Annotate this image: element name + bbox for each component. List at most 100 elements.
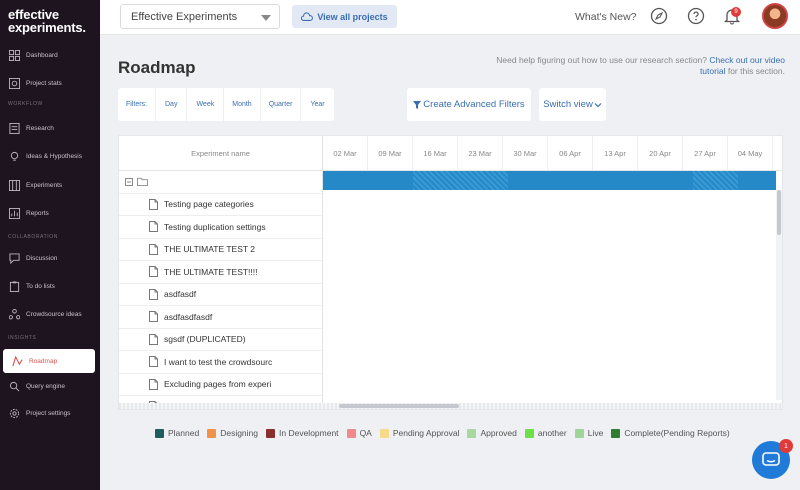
sidebar-item-label: Project settings bbox=[26, 409, 71, 417]
sidebar-item-project-settings[interactable]: Project settings bbox=[0, 401, 100, 425]
whats-new-link[interactable]: What's New? bbox=[575, 11, 637, 23]
legend-swatch bbox=[207, 428, 217, 438]
brand-line-2: experiments. bbox=[8, 20, 86, 35]
brand-logo[interactable]: effective experiments. bbox=[8, 8, 86, 34]
document-icon bbox=[149, 243, 158, 255]
people-icon bbox=[8, 308, 20, 320]
table-row[interactable]: asdfasdfasdf bbox=[119, 306, 322, 329]
legend-item: Designing bbox=[207, 428, 258, 438]
document-icon bbox=[149, 378, 158, 390]
sidebar: effective experiments. Dashboard Project… bbox=[0, 0, 100, 490]
view-all-projects-button[interactable]: View all projects bbox=[292, 5, 397, 28]
legend-label: Pending Approval bbox=[392, 428, 460, 438]
switch-view-button[interactable]: Switch view bbox=[539, 88, 606, 121]
chat-icon bbox=[8, 252, 20, 264]
collapse-icon[interactable] bbox=[125, 177, 133, 186]
filters-label: Filters: bbox=[118, 88, 156, 121]
sidebar-item-label: Ideas & Hypothesis bbox=[26, 152, 83, 160]
table-row[interactable]: Testing page categories bbox=[119, 194, 322, 216]
legend-label: Live bbox=[587, 428, 604, 438]
sidebar-item-label: Query engine bbox=[26, 382, 66, 390]
legend-item: Planned bbox=[155, 428, 199, 438]
legend-item: Complete(Pending Reports) bbox=[611, 428, 730, 438]
lightbulb-icon bbox=[8, 150, 20, 162]
sidebar-item-label: Reports bbox=[26, 209, 49, 217]
date-column-header: 09 Mar bbox=[368, 136, 413, 170]
chevron-down-icon bbox=[261, 15, 271, 21]
sidebar-item-project-stats[interactable]: Project stats bbox=[0, 71, 100, 95]
sidebar-item-reports[interactable]: Reports bbox=[0, 201, 100, 225]
document-icon bbox=[149, 198, 158, 210]
filter-month[interactable]: Month bbox=[224, 88, 261, 121]
table-row[interactable]: THE ULTIMATE TEST!!!! bbox=[119, 261, 322, 284]
sidebar-item-discussion[interactable]: Discussion bbox=[0, 246, 100, 270]
scrollbar-thumb[interactable] bbox=[339, 404, 459, 408]
sidebar-item-query-engine[interactable]: Query engine bbox=[0, 374, 100, 398]
sidebar-item-label: Project stats bbox=[26, 79, 62, 87]
create-advanced-filters-button[interactable]: Create Advanced Filters bbox=[407, 88, 531, 121]
sidebar-item-roadmap[interactable]: Roadmap bbox=[3, 349, 95, 373]
legend-label: QA bbox=[359, 428, 372, 438]
sidebar-item-to-do-lists[interactable]: To do lists bbox=[0, 274, 100, 298]
legend-label: another bbox=[537, 428, 567, 438]
legend-swatch bbox=[524, 428, 534, 438]
document-icon bbox=[149, 333, 158, 345]
table-row[interactable]: Excluding pages from experi bbox=[119, 374, 322, 396]
horizontal-scrollbar[interactable] bbox=[119, 403, 782, 409]
sidebar-item-label: Roadmap bbox=[29, 357, 58, 365]
sidebar-section-workflow: WORKFLOW bbox=[8, 101, 43, 107]
scrollbar-thumb[interactable] bbox=[777, 190, 781, 235]
experiment-name: THE ULTIMATE TEST!!!! bbox=[164, 266, 258, 277]
experiment-name: sgsdf (DUPLICATED) bbox=[164, 334, 246, 345]
sidebar-item-experiments[interactable]: Experiments bbox=[0, 173, 100, 197]
legend-item: QA bbox=[346, 428, 372, 438]
table-row[interactable]: Testing duplication settings bbox=[119, 216, 322, 239]
table-row[interactable]: asdfasdf bbox=[119, 284, 322, 306]
document-icon bbox=[149, 311, 158, 323]
flask-icon bbox=[8, 179, 20, 191]
view-all-projects-label: View all projects bbox=[317, 11, 388, 22]
date-column-header: 11 bbox=[773, 136, 782, 170]
sidebar-item-label: Experiments bbox=[26, 181, 63, 189]
gantt-bar[interactable] bbox=[323, 171, 776, 190]
filter-quarter[interactable]: Quarter bbox=[261, 88, 302, 121]
chat-badge: 1 bbox=[779, 439, 793, 453]
sidebar-item-crowdsource-ideas[interactable]: Crowdsource ideas bbox=[0, 302, 100, 326]
experiment-name: I want to test the crowdsourc bbox=[164, 356, 273, 367]
project-select-value: Effective Experiments bbox=[131, 10, 238, 23]
avatar[interactable] bbox=[762, 3, 788, 29]
dashboard-icon bbox=[8, 49, 20, 61]
sidebar-item-label: To do lists bbox=[26, 282, 55, 290]
legend-label: Approved bbox=[480, 428, 517, 438]
date-column-header: 02 Mar bbox=[323, 136, 368, 170]
filter-week[interactable]: Week bbox=[187, 88, 225, 121]
sidebar-item-ideas[interactable]: Ideas & Hypothesis bbox=[0, 144, 100, 168]
date-column-header: 27 Apr bbox=[683, 136, 728, 170]
table-row[interactable]: sgsdf (DUPLICATED) bbox=[119, 329, 322, 351]
table-row[interactable]: THE ULTIMATE TEST 2 bbox=[119, 239, 322, 261]
date-column-header: 20 Apr bbox=[638, 136, 683, 170]
sidebar-item-label: Research bbox=[26, 124, 54, 132]
date-column-header: 04 May bbox=[728, 136, 773, 170]
report-icon bbox=[8, 207, 20, 219]
compass-icon[interactable] bbox=[650, 7, 668, 25]
legend-swatch bbox=[611, 428, 621, 438]
legend-item: In Development bbox=[266, 428, 339, 438]
filter-day[interactable]: Day bbox=[156, 88, 188, 121]
date-column-header: 06 Apr bbox=[548, 136, 593, 170]
filter-icon bbox=[413, 100, 422, 109]
legend-label: Designing bbox=[220, 428, 259, 438]
folder-row[interactable] bbox=[119, 171, 322, 194]
experiment-name: Testing page categories bbox=[164, 199, 254, 210]
timeline-header: 02 Mar 09 Mar 16 Mar 23 Mar 30 Mar 06 Apr 13 A… bbox=[323, 136, 782, 171]
table-row[interactable]: I want to test the crowdsourc bbox=[119, 351, 322, 374]
sidebar-section-collaboration: COLLABORATION bbox=[8, 234, 58, 240]
filter-year[interactable]: Year bbox=[301, 88, 333, 121]
legend-label: In Development bbox=[279, 428, 339, 438]
help-icon[interactable] bbox=[687, 7, 705, 25]
sidebar-item-dashboard[interactable]: Dashboard bbox=[0, 43, 100, 67]
document-icon bbox=[149, 288, 158, 300]
project-select[interactable]: Effective Experiments bbox=[120, 4, 280, 29]
sidebar-item-research[interactable]: Research bbox=[0, 116, 100, 140]
vertical-scrollbar[interactable] bbox=[776, 190, 782, 400]
